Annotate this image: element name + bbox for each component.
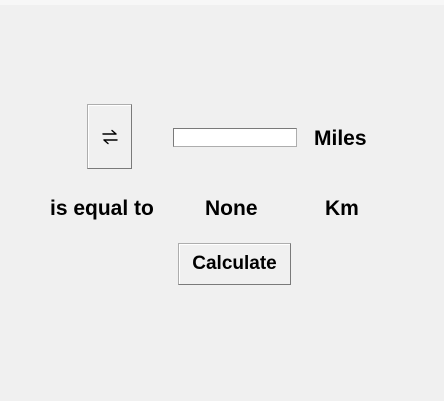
is-equal-to-label: is equal to (50, 197, 154, 220)
calculate-button[interactable]: Calculate (178, 243, 291, 285)
app-window: Miles is equal to None Km Calculate (0, 0, 444, 401)
swap-units-button[interactable] (87, 104, 132, 169)
miles-label: Miles (314, 127, 367, 150)
title-bar-edge (0, 0, 444, 5)
miles-input[interactable] (173, 128, 297, 147)
km-result-value: None (205, 197, 258, 220)
km-label: Km (325, 197, 359, 220)
swap-arrows-icon (101, 129, 118, 144)
